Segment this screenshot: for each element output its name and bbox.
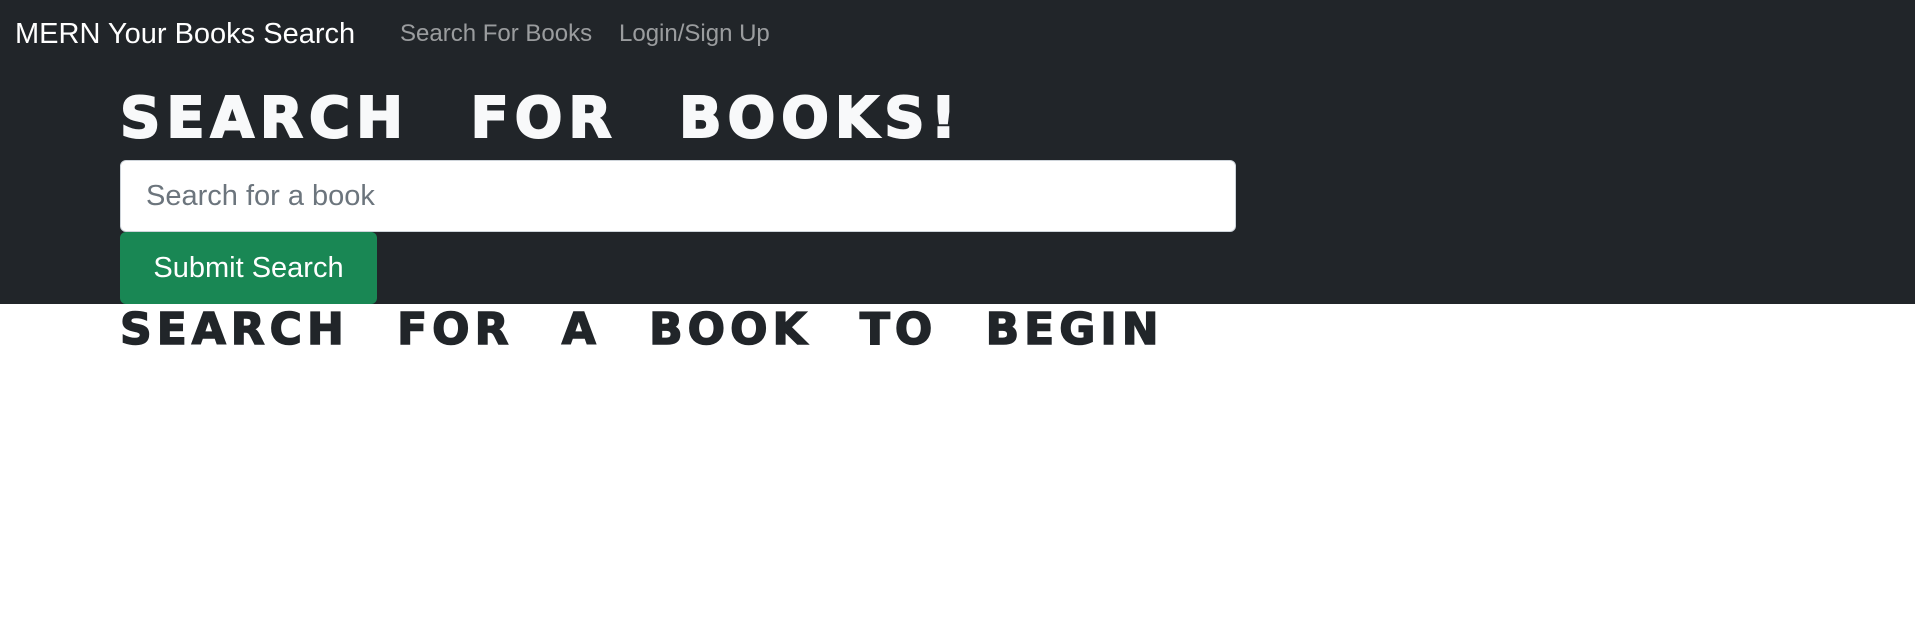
submit-search-button[interactable]: Submit Search [120,232,377,304]
search-hero: SEARCH FOR BOOKS! Submit Search [0,68,1915,304]
nav-link-search-for-books[interactable]: Search For Books [400,20,592,48]
nav-link-login-signup[interactable]: Login/Sign Up [619,20,770,48]
page-title: SEARCH FOR BOOKS! [119,85,963,152]
results-heading: SEARCH FOR A BOOK TO BEGIN [119,303,1164,356]
top-navbar: MERN Your Books Search Search For Books … [0,0,1915,68]
brand-link[interactable]: MERN Your Books Search [15,16,355,52]
search-input[interactable] [120,160,1236,232]
